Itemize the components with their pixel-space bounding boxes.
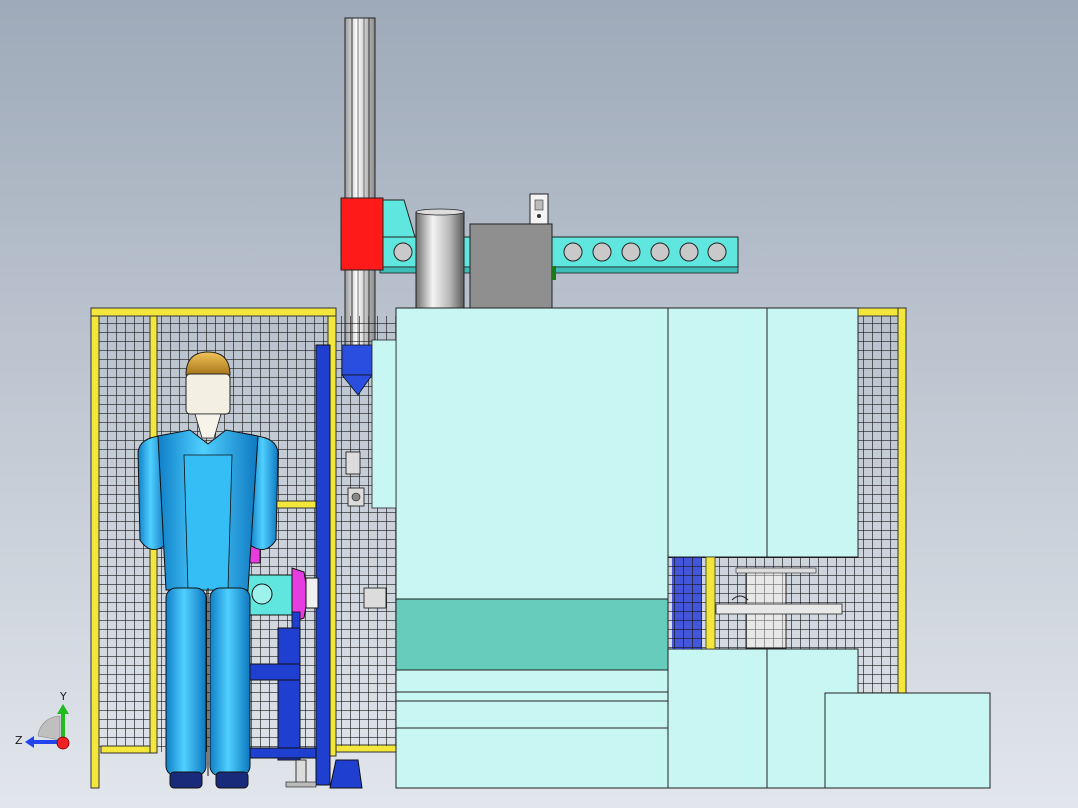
safety-fence-right (857, 307, 907, 695)
gantry-column (344, 17, 376, 364)
beam-hole (393, 242, 413, 262)
beam-hole (592, 242, 612, 262)
cabinet-window-opening (668, 556, 858, 650)
axis-y-label: Y (59, 690, 67, 703)
beam-hole (707, 242, 727, 262)
beam-hole (563, 242, 583, 262)
beam-hole (621, 242, 641, 262)
drive-motor-box (469, 223, 556, 310)
limit-switch-bracket (529, 193, 549, 225)
cad-viewport[interactable]: Y Z (0, 0, 1078, 808)
vertical-carriage (340, 197, 384, 271)
control-cabinet-main (371, 307, 669, 789)
beam-hole (650, 242, 670, 262)
wire-drum-cylinder (415, 208, 465, 310)
beam-hole (679, 242, 699, 262)
axis-z-label: Z (15, 734, 23, 747)
cad-model-scene: Y Z (0, 0, 1078, 808)
auxiliary-cabinet (824, 692, 991, 789)
